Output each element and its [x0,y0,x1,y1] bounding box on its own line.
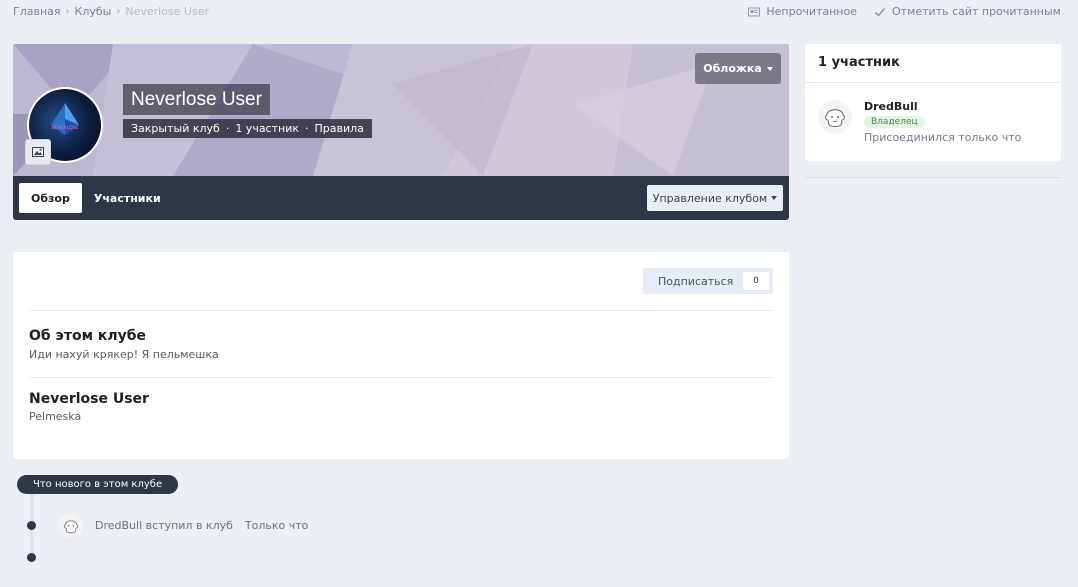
follow-label: Подписаться [658,274,734,288]
meta-separator: · [305,122,309,135]
activity-time: Только что [244,519,309,532]
logo-text: NEVERLOSE [52,125,79,131]
member-name[interactable]: DredBull [864,100,1021,113]
members-widget: 1 участник DredBull Владелец Присоединил… [805,44,1061,161]
breadcrumb-home[interactable]: Главная [13,5,61,18]
manage-club-button[interactable]: Управление клубом [647,185,783,211]
timeline-dot [27,553,36,562]
edit-logo-button[interactable] [25,139,51,165]
newspaper-icon [748,7,761,16]
field-title: Neverlose User [29,391,149,407]
mark-read-link[interactable]: Отметить сайт прочитанным [874,5,1061,18]
manage-club-label: Управление клубом [652,191,768,205]
avatar[interactable] [58,513,83,538]
cover-button[interactable]: Обложка [695,53,781,84]
avatar-icon [825,109,845,127]
whats-new-heading: Что нового в этом клубе [17,475,179,494]
member-joined: Присоединился только что [864,131,1022,144]
about-card: Подписаться 0 Об этом клубе Иди нахуй кр… [13,252,789,459]
avatar-icon [63,519,78,533]
about-text: Иди нахуй крякер! Я пельмешка [29,348,219,361]
member-info: DredBull Владелец Присоединился только ч… [864,100,1021,144]
meta-separator: · [225,122,230,135]
unread-link[interactable]: Непрочитанное [748,5,857,18]
members-widget-title: 1 участник [805,44,1061,83]
tab-overview[interactable]: Обзор [19,183,82,213]
club-members-link[interactable]: 1 участник [235,122,299,135]
image-icon [32,147,44,157]
breadcrumb-clubs[interactable]: Клубы [75,5,112,18]
club-title: Neverlose User [123,84,270,115]
follow-button[interactable]: Подписаться 0 [643,268,773,294]
club-header: Обложка NEVERLOSE Neverlose User Закрыты… [13,44,789,220]
club-meta: Закрытый клуб · 1 участник · Правила [123,119,372,138]
unread-label: Непрочитанное [766,5,857,18]
follow-count: 0 [743,272,769,290]
club-nav: Обзор Участники Управление клубом [13,176,789,220]
top-actions: Непрочитанное Отметить сайт прочитанным [748,5,1061,18]
breadcrumb: Главная › Клубы › Neverlose User [13,5,209,18]
chevron-right-icon: › [65,6,70,17]
chevron-right-icon: › [116,6,121,17]
member-item: DredBull Владелец Присоединился только ч… [818,100,1021,144]
caret-down-icon [766,66,773,71]
activity-item: DredBull вступил в клуб Только что [58,513,308,538]
about-title: Об этом клубе [29,328,147,344]
check-icon [874,7,886,17]
caret-down-icon [771,196,778,200]
avatar[interactable] [818,100,852,134]
club-rules-link[interactable]: Правила [315,122,364,135]
role-badge: Владелец [864,116,925,128]
divider [29,310,773,311]
club-type: Закрытый клуб [131,122,220,135]
divider [805,177,1061,178]
divider [29,377,773,378]
field-value: Pelmeska [29,410,82,423]
timeline-dot [27,521,36,530]
breadcrumb-current: Neverlose User [125,5,209,18]
cover-button-label: Обложка [703,62,762,75]
tab-members[interactable]: Участники [82,183,173,213]
activity-text: DredBull вступил в клуб [95,519,233,532]
mark-read-label: Отметить сайт прочитанным [892,5,1061,18]
